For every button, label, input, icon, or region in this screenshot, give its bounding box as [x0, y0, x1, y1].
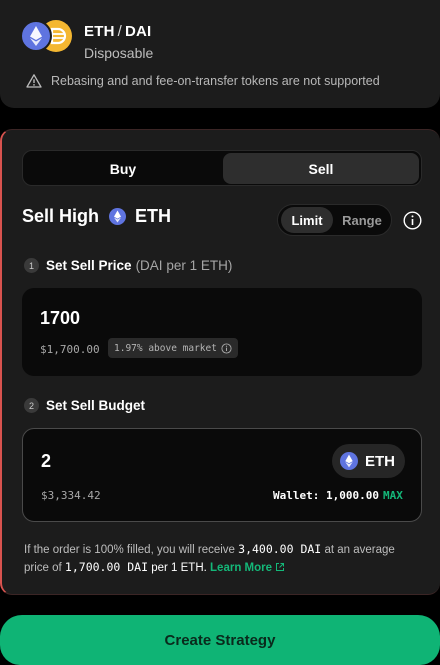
step-unit: (DAI per 1 ETH) — [135, 258, 233, 273]
eth-icon — [109, 208, 127, 225]
order-heading: Sell High ETH — [22, 206, 171, 227]
order-card: Buy Sell Sell High ETH Limit Range 1 Set… — [0, 129, 440, 595]
pair-base: ETH — [84, 23, 115, 40]
market-badge: 1.97% above market — [108, 338, 238, 358]
pair-separator: / — [117, 23, 122, 40]
budget-token-label: ETH — [365, 452, 395, 470]
mode-range[interactable]: Range — [335, 207, 389, 233]
warning-icon — [26, 74, 42, 88]
eth-icon — [340, 452, 358, 470]
pair-name: ETH / DAI — [84, 23, 151, 40]
limit-range-toggle: Limit Range — [277, 204, 392, 236]
max-button[interactable]: MAX — [383, 489, 403, 502]
market-badge-text: 1.97% above market — [114, 342, 217, 354]
wallet-balance-label: Wallet: 1,000.00 — [273, 489, 379, 502]
pair-token-icons — [20, 20, 74, 52]
step-number: 1 — [24, 258, 39, 273]
step-sell-budget: 2 Set Sell Budget — [24, 398, 145, 413]
sell-budget-value[interactable]: 2 — [41, 451, 51, 472]
sell-price-usd: $1,700.00 — [40, 343, 100, 356]
step-label: Set Sell Price — [46, 258, 132, 273]
step-number: 2 — [24, 398, 39, 413]
sell-budget-usd: $3,334.42 — [41, 489, 101, 502]
budget-token-pill: ETH — [332, 444, 405, 478]
sell-budget-input[interactable]: 2 ETH $3,334.42 Wallet: 1,000.00 MAX — [22, 428, 422, 522]
token-warning: Rebasing and and fee-on-transfer tokens … — [26, 73, 380, 89]
step-sell-price: 1 Set Sell Price (DAI per 1 ETH) — [24, 258, 232, 273]
wallet-balance: Wallet: 1,000.00 MAX — [273, 489, 403, 502]
buy-sell-toggle: Buy Sell — [22, 150, 422, 186]
tab-sell[interactable]: Sell — [223, 153, 419, 184]
sell-price-value[interactable]: 1700 — [40, 308, 80, 329]
pair-quote: DAI — [124, 23, 152, 40]
strategy-type: Disposable — [84, 45, 154, 61]
sell-price-input[interactable]: 1700 $1,700.00 1.97% above market — [22, 288, 422, 376]
info-icon[interactable] — [221, 342, 232, 354]
external-link-icon — [276, 563, 285, 571]
pair-card: ETH / DAI Disposable Rebasing and and fee-… — [0, 0, 440, 108]
summary-avg-price: 1,700.00 DAI — [64, 560, 149, 574]
order-heading-token: ETH — [135, 206, 172, 226]
order-summary: If the order is 100% filled, you will re… — [24, 541, 422, 577]
summary-receive-amount: 3,400.00 DAI — [238, 542, 322, 556]
create-strategy-button[interactable]: Create Strategy — [0, 615, 440, 665]
tab-buy[interactable]: Buy — [25, 153, 221, 184]
learn-more-label[interactable]: Learn More — [210, 562, 272, 574]
info-icon[interactable] — [403, 211, 422, 230]
summary-text-1: If the order is 100% filled, you will re… — [24, 544, 235, 556]
eth-icon — [20, 20, 52, 52]
mode-limit[interactable]: Limit — [281, 207, 333, 233]
warning-text: Rebasing and and fee-on-transfer tokens … — [51, 74, 380, 88]
summary-text-3: per 1 ETH. — [151, 562, 207, 574]
step-label: Set Sell Budget — [46, 398, 146, 413]
order-heading-label: Sell High — [22, 206, 100, 226]
learn-more-link[interactable]: Learn More — [210, 562, 285, 574]
